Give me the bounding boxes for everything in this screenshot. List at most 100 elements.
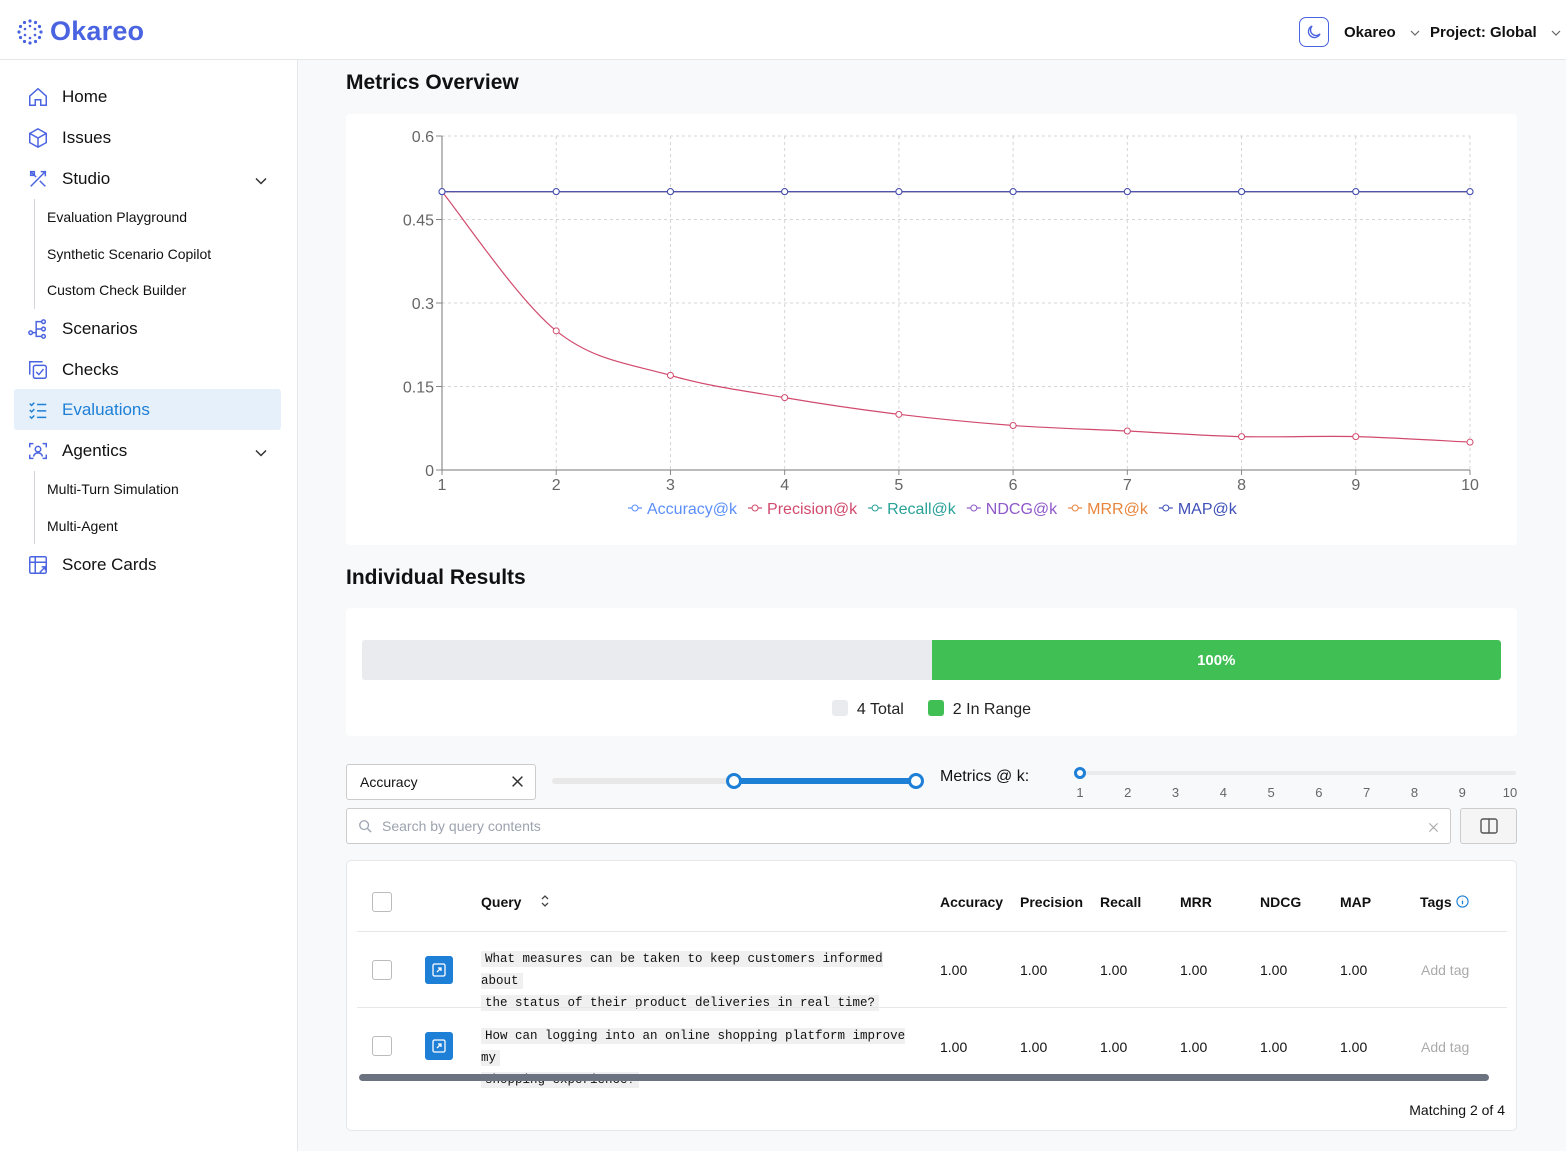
metrics-k-slider[interactable]: [1074, 767, 1516, 779]
legend-item-precision-k: Precision@k: [767, 501, 858, 518]
main-content: Metrics Overview 0 0.15 0.3 0.45 0.6 1 2 3 4 5 6 7 8…: [298, 60, 1566, 1151]
data-point-precision-k: [895, 410, 903, 418]
chevron-down-icon[interactable]: [255, 170, 267, 190]
mrr-value: 1.00: [1180, 1039, 1208, 1055]
sidebar-subitem-multi-turn-simulation[interactable]: Multi-Turn Simulation: [35, 471, 274, 508]
add-tag-button[interactable]: Add tag: [1421, 1039, 1469, 1055]
metrics-line-chart: 0 0.15 0.3 0.45 0.6 1 2 3 4 5 6 7 8 9 10 Accuracy@k Prec…: [403, 129, 1479, 518]
open-row-button[interactable]: [425, 1032, 453, 1060]
ndcg-value: 1.00: [1260, 1039, 1288, 1055]
sort-icon[interactable]: [540, 894, 550, 913]
column-header-query[interactable]: Query: [481, 894, 521, 910]
chevron-down-icon: [1551, 30, 1561, 36]
sidebar-subitem-evaluation-playground[interactable]: Evaluation Playground: [35, 199, 274, 236]
top-header: Okareo Okareo Project: Global: [0, 0, 1566, 60]
x-tick-label: 4: [780, 477, 789, 494]
range-slider-high-handle[interactable]: [908, 773, 924, 789]
sidebar-item-checks[interactable]: Checks: [14, 349, 281, 390]
in-range-progress-fill: 100%: [931, 640, 1501, 680]
chevron-down-icon[interactable]: [255, 442, 267, 462]
metrics-k-tick-label[interactable]: 10: [1503, 785, 1517, 800]
legend-in-range-label: 2 In Range: [952, 701, 1032, 718]
data-point-precision-k: [1238, 433, 1246, 441]
horizontal-scrollbar[interactable]: [359, 1074, 1489, 1081]
legend-marker-point: [631, 504, 639, 512]
metrics-k-tick-label[interactable]: 3: [1172, 785, 1179, 800]
legend-item-mrr-k: MRR@k: [1087, 501, 1149, 518]
sidebar-item-scenarios[interactable]: Scenarios: [14, 308, 281, 349]
legend-marker-point: [1162, 504, 1170, 512]
data-point-map-k: [1123, 188, 1131, 196]
legend-item-accuracy-k: Accuracy@k: [647, 501, 738, 518]
range-slider-low-handle[interactable]: [726, 773, 742, 789]
info-icon[interactable]: [1455, 895, 1469, 908]
org-selector[interactable]: Okareo: [1344, 24, 1420, 41]
data-point-map-k: [1466, 188, 1474, 196]
data-point-precision-k: [1123, 427, 1131, 435]
okareo-logo-icon: [17, 18, 43, 45]
x-tick-label: 7: [1123, 477, 1132, 494]
legend-item-ndcg-k: NDCG@k: [986, 501, 1058, 518]
results-table: Query Accuracy Precision Recall MRR NDCG…: [346, 860, 1517, 1131]
sidebar-item-studio[interactable]: Studio: [14, 158, 281, 199]
select-all-checkbox[interactable]: [372, 892, 392, 912]
app-logo[interactable]: Okareo: [16, 16, 144, 47]
metrics-k-tick-label[interactable]: 4: [1220, 785, 1227, 800]
metrics-k-slider-handle[interactable]: [1074, 767, 1086, 779]
results-summary-card: 100% 4 Total 2 In Range: [346, 608, 1517, 736]
legend-marker-point: [751, 504, 759, 512]
sidebar-item-issues[interactable]: Issues: [14, 117, 281, 158]
data-point-precision-k: [1009, 421, 1017, 429]
column-header-precision[interactable]: Precision: [1020, 894, 1083, 910]
project-selector[interactable]: Project: Global: [1430, 24, 1561, 41]
metrics-k-tick-label[interactable]: 9: [1459, 785, 1466, 800]
studio-submenu: Evaluation Playground Synthetic Scenario…: [34, 199, 274, 309]
legend-in-range-swatch: [927, 700, 944, 716]
row-checkbox[interactable]: [372, 960, 392, 980]
column-header-recall[interactable]: Recall: [1100, 894, 1141, 910]
sidebar-item-evaluations[interactable]: Evaluations: [14, 389, 281, 430]
column-header-mrr[interactable]: MRR: [1180, 894, 1212, 910]
clear-metric-icon[interactable]: [511, 775, 524, 791]
sidebar-subitem-synthetic-scenario-copilot[interactable]: Synthetic Scenario Copilot: [35, 236, 274, 273]
cube-icon: [27, 127, 49, 149]
sidebar-item-home[interactable]: Home: [14, 76, 281, 117]
project-name: Project: Global: [1430, 24, 1537, 41]
metrics-k-tick-label[interactable]: 6: [1315, 785, 1322, 800]
legend-in-range: 2 In Range: [927, 700, 1032, 719]
metrics-k-tick-label[interactable]: 5: [1267, 785, 1274, 800]
sidebar-item-score-cards[interactable]: Score Cards: [14, 544, 281, 585]
app-name: Okareo: [50, 16, 145, 46]
add-tag-button[interactable]: Add tag: [1421, 962, 1469, 978]
query-search-input[interactable]: Search by query contents: [346, 808, 1451, 844]
sidebar-item-agentics[interactable]: Agentics: [14, 430, 281, 471]
data-point-precision-k: [1352, 433, 1360, 441]
data-point-map-k: [1352, 188, 1360, 196]
x-tick-label: 6: [1009, 477, 1018, 494]
theme-toggle-button[interactable]: [1299, 17, 1329, 47]
metrics-k-tick-label[interactable]: 2: [1124, 785, 1131, 800]
open-row-button[interactable]: [425, 956, 453, 984]
sidebar-subitem-custom-check-builder[interactable]: Custom Check Builder: [35, 272, 274, 309]
column-header-ndcg[interactable]: NDCG: [1260, 894, 1301, 910]
metrics-k-tick-label[interactable]: 7: [1363, 785, 1370, 800]
column-header-map[interactable]: MAP: [1340, 894, 1371, 910]
x-tick-label: 8: [1237, 477, 1246, 494]
metrics-k-tick-label[interactable]: 8: [1411, 785, 1418, 800]
row-divider: [357, 931, 1507, 932]
clear-search-icon[interactable]: [1428, 820, 1439, 836]
sidebar-subitem-multi-agent[interactable]: Multi-Agent: [35, 508, 274, 545]
mrr-value: 1.00: [1180, 962, 1208, 978]
metrics-k-tick-label[interactable]: 1: [1076, 785, 1083, 800]
columns-toggle-button[interactable]: [1460, 808, 1517, 844]
home-icon: [27, 86, 49, 108]
row-checkbox[interactable]: [372, 1036, 392, 1056]
metric-range-slider[interactable]: [552, 773, 924, 789]
y-tick-label: 0.45: [403, 213, 434, 230]
data-point-precision-k: [781, 394, 789, 402]
ndcg-value: 1.00: [1260, 962, 1288, 978]
metric-select[interactable]: Accuracy: [346, 764, 536, 800]
column-header-accuracy[interactable]: Accuracy: [940, 894, 1003, 910]
sidebar-item-label: Issues: [62, 127, 112, 147]
column-header-tags[interactable]: Tags: [1420, 894, 1469, 910]
